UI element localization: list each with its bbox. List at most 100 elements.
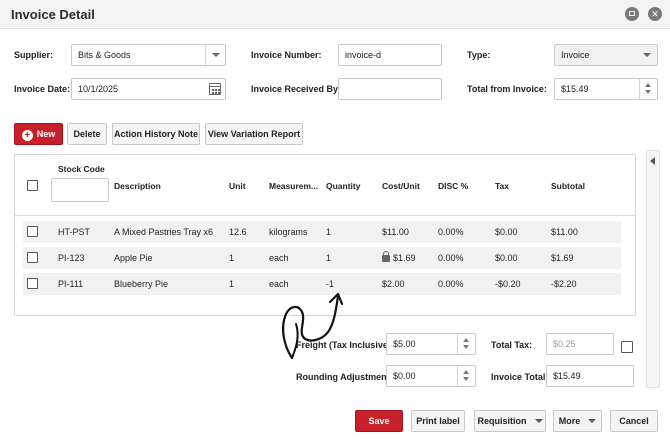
cell-unit: 12.6 bbox=[229, 227, 247, 237]
delete-button[interactable]: Delete bbox=[67, 123, 107, 145]
col-measurement[interactable]: Measurem... bbox=[269, 181, 318, 191]
freight-input[interactable]: $5.00 bbox=[386, 333, 476, 355]
invoice-number-input[interactable]: invoice-d bbox=[338, 44, 442, 66]
cell-quantity[interactable]: 1 bbox=[326, 227, 331, 237]
total-tax-input: $0.25 bbox=[546, 333, 614, 355]
type-value: Invoice bbox=[561, 50, 590, 60]
cell-measurement: kilograms bbox=[269, 227, 308, 237]
type-label: Type: bbox=[467, 50, 491, 60]
hand-drawn-arrow-annotation bbox=[282, 292, 344, 360]
cell-stock-code: HT-PST bbox=[58, 227, 91, 237]
col-description[interactable]: Description bbox=[114, 181, 161, 191]
cell-description: Blueberry Pie bbox=[114, 279, 169, 289]
view-variation-report-button[interactable]: View Variation Report bbox=[205, 123, 303, 145]
minimize-icon[interactable] bbox=[625, 7, 639, 21]
cell-disc[interactable]: 0.00% bbox=[438, 227, 464, 237]
invoice-date-label: Invoice Date: bbox=[14, 84, 71, 94]
cell-quantity[interactable]: 1 bbox=[326, 253, 331, 263]
col-disc[interactable]: DISC % bbox=[438, 181, 468, 191]
collapse-left-icon[interactable] bbox=[650, 157, 655, 165]
new-button-label: New bbox=[36, 129, 56, 139]
row-checkbox[interactable] bbox=[27, 226, 38, 237]
close-icon[interactable]: ✕ bbox=[648, 7, 662, 21]
total-from-invoice-value: $15.49 bbox=[561, 84, 589, 94]
save-button[interactable]: Save bbox=[355, 410, 403, 432]
supplier-select[interactable]: Bits & Goods bbox=[71, 44, 226, 66]
cell-subtotal: -$2.20 bbox=[551, 279, 577, 289]
cell-cost-unit[interactable]: $11.00 bbox=[382, 227, 409, 237]
col-quantity[interactable]: Quantity bbox=[326, 181, 360, 191]
chevron-down-icon[interactable] bbox=[205, 45, 225, 65]
invoice-total-input: $15.49 bbox=[546, 365, 634, 387]
cell-unit: 1 bbox=[229, 253, 235, 263]
stock-code-filter-input[interactable] bbox=[51, 178, 109, 202]
col-stock-code[interactable]: Stock Code bbox=[58, 164, 105, 174]
received-by-input[interactable] bbox=[338, 78, 442, 100]
side-panel-toggle[interactable] bbox=[646, 150, 660, 388]
cell-unit: 1 bbox=[229, 279, 235, 289]
col-unit[interactable]: Unit bbox=[229, 181, 246, 191]
total-tax-value: $0.25 bbox=[553, 339, 576, 349]
requisition-label: Requisition bbox=[477, 416, 527, 426]
cell-tax: $0.00 bbox=[495, 253, 518, 263]
cell-subtotal: $1.69 bbox=[551, 253, 574, 263]
cell-stock-code: PI-123 bbox=[58, 253, 85, 263]
stepper[interactable] bbox=[457, 366, 475, 386]
title-bar: Invoice Detail ✕ bbox=[0, 0, 670, 29]
tax-override-checkbox[interactable] bbox=[621, 341, 633, 353]
row-checkbox[interactable] bbox=[27, 278, 38, 289]
calendar-icon[interactable] bbox=[205, 79, 225, 99]
action-history-note-button[interactable]: Action History Note bbox=[112, 123, 200, 145]
stepper[interactable] bbox=[639, 79, 657, 99]
invoice-number-label: Invoice Number: bbox=[251, 50, 322, 60]
freight-value: $5.00 bbox=[393, 339, 416, 349]
cell-disc[interactable]: 0.00% bbox=[438, 253, 464, 263]
cell-tax: $0.00 bbox=[495, 227, 518, 237]
requisition-dropdown[interactable]: Requisition bbox=[474, 410, 546, 432]
total-tax-label: Total Tax: bbox=[491, 340, 533, 350]
cell-cost-unit[interactable]: $2.00 bbox=[382, 279, 405, 289]
cell-subtotal: $11.00 bbox=[551, 227, 578, 237]
rounding-input[interactable]: $0.00 bbox=[386, 365, 476, 387]
received-by-label: Invoice Received By: bbox=[251, 84, 342, 94]
table-row[interactable]: HT-PST A Mixed Pastries Tray x6 12.6 kil… bbox=[23, 221, 621, 243]
supplier-value: Bits & Goods bbox=[78, 50, 131, 60]
invoice-total-value: $15.49 bbox=[553, 371, 581, 381]
more-label: More bbox=[558, 416, 581, 426]
invoice-number-value: invoice-d bbox=[345, 50, 382, 60]
supplier-label: Supplier: bbox=[14, 50, 54, 60]
cell-disc[interactable]: 0.00% bbox=[438, 279, 464, 289]
cancel-button[interactable]: Cancel bbox=[610, 410, 658, 432]
window-title: Invoice Detail bbox=[11, 7, 95, 22]
row-checkbox[interactable] bbox=[27, 252, 38, 263]
total-from-invoice-label: Total from Invoice: bbox=[467, 84, 547, 94]
cell-description: Apple Pie bbox=[114, 253, 153, 263]
cell-description: A Mixed Pastries Tray x6 bbox=[114, 227, 214, 237]
cell-tax: -$0.20 bbox=[495, 279, 521, 289]
rounding-value: $0.00 bbox=[393, 371, 416, 381]
invoice-date-value: 10/1/2025 bbox=[78, 84, 119, 94]
cell-cost-value: $1.69 bbox=[393, 253, 416, 263]
col-subtotal[interactable]: Subtotal bbox=[551, 181, 585, 191]
chevron-down-icon bbox=[534, 419, 543, 423]
print-label-button[interactable]: Print label bbox=[411, 410, 465, 432]
new-button[interactable]: + New bbox=[14, 123, 63, 145]
chevron-down-icon bbox=[588, 419, 597, 423]
rounding-label: Rounding Adjustment: bbox=[296, 372, 393, 382]
cell-stock-code: PI-111 bbox=[58, 279, 84, 289]
type-select[interactable]: Invoice bbox=[554, 44, 658, 66]
lock-icon bbox=[382, 251, 390, 262]
invoice-date-input[interactable]: 10/1/2025 bbox=[71, 78, 226, 100]
table-row[interactable]: PI-123 Apple Pie 1 each 1 $1.69 0.00% $0… bbox=[23, 247, 621, 269]
stepper[interactable] bbox=[457, 334, 475, 354]
col-tax[interactable]: Tax bbox=[495, 181, 509, 191]
invoice-total-label: Invoice Total: bbox=[491, 372, 549, 382]
col-cost-unit[interactable]: Cost/Unit bbox=[382, 181, 420, 191]
chevron-down-icon[interactable] bbox=[637, 45, 657, 65]
more-dropdown[interactable]: More bbox=[553, 410, 602, 432]
header-divider bbox=[15, 215, 635, 216]
select-all-checkbox[interactable] bbox=[27, 180, 38, 191]
total-from-invoice-input[interactable]: $15.49 bbox=[554, 78, 658, 100]
cell-cost-unit[interactable]: $1.69 bbox=[382, 251, 416, 263]
cell-measurement: each bbox=[269, 253, 289, 263]
